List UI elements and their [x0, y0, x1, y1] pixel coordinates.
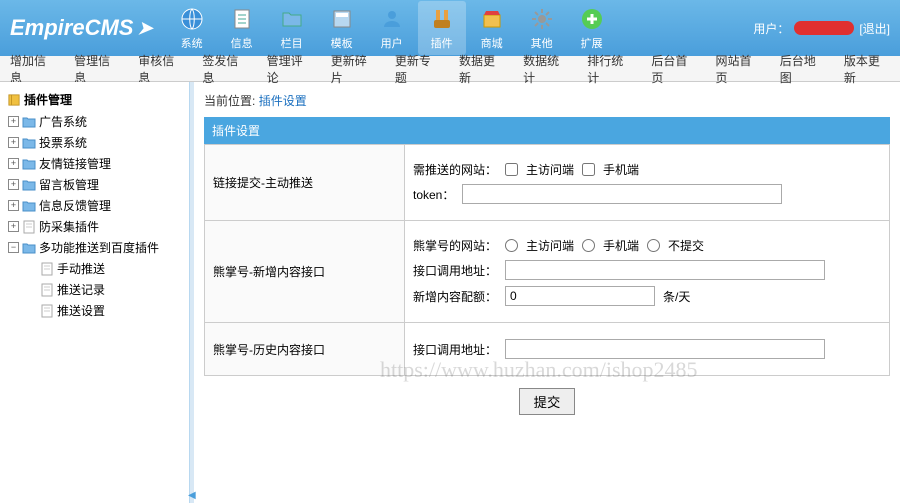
expand-icon[interactable]: +: [8, 179, 19, 190]
gear-icon: [528, 5, 556, 33]
api-url-input[interactable]: [505, 260, 825, 280]
tree-node[interactable]: −多功能推送到百度插件: [4, 237, 185, 258]
user-icon: [378, 5, 406, 33]
panel-header: 插件设置: [204, 117, 890, 144]
submenu-item[interactable]: 更新碎片: [331, 52, 377, 86]
nav-user[interactable]: 用户: [368, 1, 416, 55]
expand-icon[interactable]: +: [8, 116, 19, 127]
field-label: 新增内容配额：: [413, 288, 497, 305]
content-area: 当前位置: 插件设置 插件设置 链接提交-主动推送 需推送的网站： 主访问端 手…: [194, 82, 900, 503]
radio-label[interactable]: 主访问端: [526, 237, 574, 254]
field-label: 熊掌号的网站：: [413, 237, 497, 254]
tree-child[interactable]: 推送设置: [22, 300, 185, 321]
tree-child[interactable]: 手动推送: [22, 258, 185, 279]
submenu-item[interactable]: 后台首页: [651, 52, 697, 86]
submenu-item[interactable]: 增加信息: [10, 52, 56, 86]
nav-plugin[interactable]: 插件: [418, 1, 466, 55]
user-label: 用户：: [753, 20, 789, 37]
template-icon: [328, 5, 356, 33]
expand-icon[interactable]: +: [8, 137, 19, 148]
nav-template[interactable]: 模板: [318, 1, 366, 55]
submenu-item[interactable]: 管理评论: [267, 52, 313, 86]
radio-none[interactable]: [647, 239, 660, 252]
arrow-icon: ➤: [137, 18, 152, 39]
history-api-input[interactable]: [505, 339, 825, 359]
quota-input[interactable]: [505, 286, 655, 306]
submenu-bar: 增加信息管理信息审核信息签发信息管理评论更新碎片更新专题数据更新数据统计排行统计…: [0, 56, 900, 82]
submenu-item[interactable]: 更新专题: [395, 52, 441, 86]
submenu-item[interactable]: 管理信息: [74, 52, 120, 86]
logout-link[interactable]: [退出]: [859, 20, 890, 37]
globe-icon: [178, 5, 206, 33]
token-input[interactable]: [462, 184, 782, 204]
radio-label[interactable]: 不提交: [668, 237, 704, 254]
collapse-icon[interactable]: −: [8, 242, 19, 253]
splitter[interactable]: ◀: [190, 82, 194, 503]
submenu-item[interactable]: 审核信息: [138, 52, 184, 86]
folder-icon: [278, 5, 306, 33]
radio-pc[interactable]: [505, 239, 518, 252]
submenu-item[interactable]: 数据统计: [523, 52, 569, 86]
row-label: 熊掌号-历史内容接口: [205, 323, 405, 376]
plus-icon: [578, 5, 606, 33]
nav-plus[interactable]: 扩展: [568, 1, 616, 55]
expand-icon[interactable]: +: [8, 158, 19, 169]
field-label: 需推送的网站：: [413, 161, 497, 178]
plugin-icon: [428, 5, 456, 33]
submit-button[interactable]: 提交: [519, 388, 576, 415]
field-label: 接口调用地址：: [413, 341, 497, 358]
submenu-item[interactable]: 网站首页: [716, 52, 762, 86]
top-header: EmpireCMS➤ 系统信息栏目模板用户插件商城其他扩展 用户： [退出]: [0, 0, 900, 56]
row-label: 链接提交-主动推送: [205, 145, 405, 221]
submenu-item[interactable]: 数据更新: [459, 52, 505, 86]
expand-icon[interactable]: +: [8, 221, 19, 232]
submenu-item[interactable]: 签发信息: [202, 52, 248, 86]
user-info: 用户： [退出]: [753, 20, 890, 37]
breadcrumb: 当前位置: 插件设置: [204, 92, 890, 109]
breadcrumb-link[interactable]: 插件设置: [259, 94, 307, 108]
nav-doc[interactable]: 信息: [218, 1, 266, 55]
checkbox-label[interactable]: 手机端: [603, 161, 639, 178]
nav-shop[interactable]: 商城: [468, 1, 516, 55]
row-label: 熊掌号-新增内容接口: [205, 221, 405, 323]
radio-label[interactable]: 手机端: [603, 237, 639, 254]
nav-gear[interactable]: 其他: [518, 1, 566, 55]
checkbox-pc[interactable]: [505, 163, 518, 176]
settings-table: 链接提交-主动推送 需推送的网站： 主访问端 手机端 token：: [204, 144, 890, 376]
field-label: token：: [413, 186, 454, 203]
quota-unit: 条/天: [663, 288, 690, 305]
tree-node[interactable]: +投票系统: [4, 132, 185, 153]
splitter-handle-icon: ◀: [188, 490, 196, 501]
shop-icon: [478, 5, 506, 33]
expand-icon[interactable]: +: [8, 200, 19, 211]
tree-child[interactable]: 推送记录: [22, 279, 185, 300]
checkbox-mobile[interactable]: [582, 163, 595, 176]
submenu-item[interactable]: 后台地图: [780, 52, 826, 86]
nav-globe[interactable]: 系统: [168, 1, 216, 55]
nav-folder[interactable]: 栏目: [268, 1, 316, 55]
tree-node[interactable]: +防采集插件: [4, 216, 185, 237]
submenu-item[interactable]: 排行统计: [587, 52, 633, 86]
checkbox-label[interactable]: 主访问端: [526, 161, 574, 178]
sidebar-title: 插件管理: [4, 88, 185, 111]
top-nav: 系统信息栏目模板用户插件商城其他扩展: [168, 1, 616, 55]
doc-icon: [228, 5, 256, 33]
tree-node[interactable]: +信息反馈管理: [4, 195, 185, 216]
tree-node[interactable]: +广告系统: [4, 111, 185, 132]
book-icon: [8, 94, 20, 106]
tree-node[interactable]: +留言板管理: [4, 174, 185, 195]
user-name-redacted: [794, 21, 854, 35]
logo: EmpireCMS➤: [10, 15, 153, 41]
tree-node[interactable]: +友情链接管理: [4, 153, 185, 174]
radio-mobile[interactable]: [582, 239, 595, 252]
field-label: 接口调用地址：: [413, 262, 497, 279]
submenu-item[interactable]: 版本更新: [844, 52, 890, 86]
sidebar: 插件管理 +广告系统+投票系统+友情链接管理+留言板管理+信息反馈管理+防采集插…: [0, 82, 190, 503]
